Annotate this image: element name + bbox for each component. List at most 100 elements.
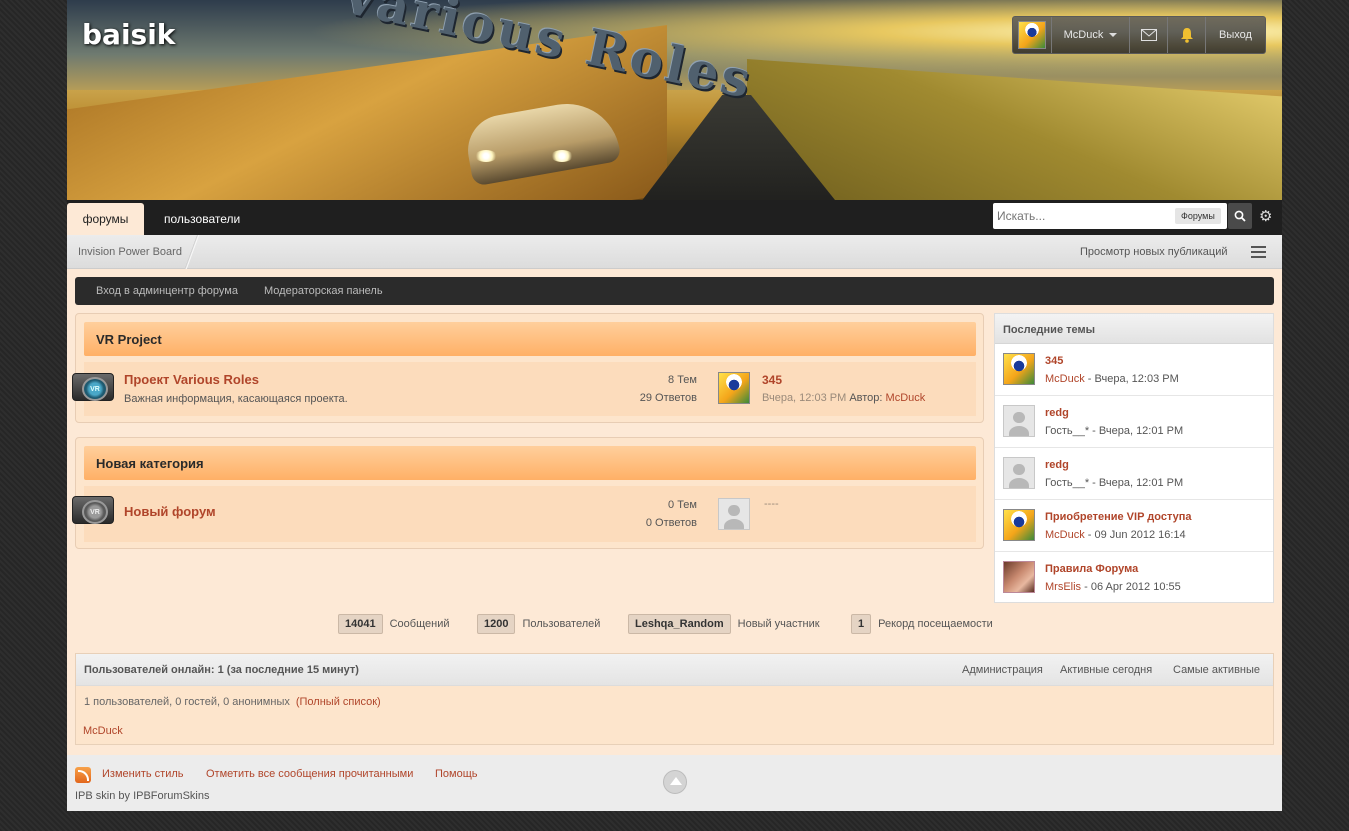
online-users-box: Пользователей онлайн: 1 (за последние 15…: [75, 653, 1274, 745]
search-box: Форумы: [993, 203, 1227, 229]
topic-meta: McDuck - 09 Jun 2012 16:14: [1045, 529, 1186, 541]
page-wrapper: Various Roles baisik McDuck Выход форумы…: [67, 0, 1282, 811]
stat-newest-label: Новый участник: [737, 618, 820, 630]
forum-reply-count: 29 Ответов: [639, 392, 697, 404]
stat-posts-count: 14041: [338, 614, 383, 634]
category-block: Новая категория Новый форум 0 Тем 0 Отве…: [72, 437, 984, 549]
avatar: [1018, 21, 1046, 49]
stat-members-label: Пользователей: [522, 618, 601, 630]
mark-all-read-link[interactable]: Отметить все сообщения прочитанными: [206, 768, 413, 780]
forum-description: Важная информация, касающаяся проекта.: [124, 393, 348, 405]
forum-read-status-icon: [72, 373, 114, 401]
avatar: [718, 498, 750, 530]
avatar[interactable]: [1003, 509, 1035, 541]
envelope-icon: [1140, 29, 1157, 41]
user-menu-button[interactable]: McDuck: [1051, 17, 1129, 53]
topic-link[interactable]: Приобретение VIP доступа: [1045, 511, 1191, 523]
sidebar-title: Последние темы: [995, 314, 1273, 344]
messages-button[interactable]: [1129, 17, 1167, 53]
username-label: McDuck: [1063, 29, 1104, 41]
online-users-title: Пользователей онлайн: 1 (за последние 15…: [84, 664, 359, 676]
breadcrumb-separator: [185, 235, 199, 269]
stat-record-count: 1: [851, 614, 872, 634]
help-link[interactable]: Помощь: [435, 768, 478, 780]
chevron-down-icon: [1109, 33, 1118, 37]
notifications-button[interactable]: [1167, 17, 1205, 53]
category-header: Новая категория: [84, 446, 976, 480]
admin-bar: Вход в админцентр форума Модераторская п…: [75, 277, 1274, 305]
topic-link[interactable]: Правила Форума: [1045, 563, 1138, 575]
header-banner: Various Roles baisik McDuck Выход: [67, 0, 1282, 200]
topic-link[interactable]: redg: [1045, 459, 1069, 471]
skin-credit: IPB skin by IPBForumSkins: [75, 790, 210, 802]
gear-icon[interactable]: ⚙: [1259, 207, 1272, 225]
online-link-active-today[interactable]: Активные сегодня: [1060, 664, 1152, 676]
author-link[interactable]: MrsElis: [1045, 581, 1081, 593]
full-list-link[interactable]: (Полный список): [296, 696, 381, 708]
avatar[interactable]: [718, 372, 750, 404]
online-user-link[interactable]: McDuck: [83, 725, 123, 737]
tab-members[interactable]: пользователи: [164, 203, 240, 235]
admin-cp-link[interactable]: Вход в админцентр форума: [96, 285, 238, 297]
avatar[interactable]: [1003, 561, 1035, 593]
list-item: Приобретение VIP доступа McDuck - 09 Jun…: [995, 500, 1273, 552]
last-post-title[interactable]: 345: [762, 373, 782, 387]
recent-topics-sidebar: Последние темы 345 McDuck - Вчера, 12:03…: [994, 313, 1274, 603]
forum-row: Новый форум 0 Тем 0 Ответов ----: [72, 486, 976, 542]
logout-button[interactable]: Выход: [1205, 17, 1265, 53]
scroll-to-top-button[interactable]: [663, 770, 687, 794]
list-icon[interactable]: [1251, 246, 1266, 258]
view-new-posts-link[interactable]: Просмотр новых публикаций: [1080, 246, 1228, 258]
stat-record-label: Рекорд посещаемости: [878, 618, 993, 630]
topic-link[interactable]: redg: [1045, 407, 1069, 419]
category-block: VR Project Проект Various Roles Важная и…: [72, 313, 984, 423]
stat-newest-member: Leshqa_Random Новый участник: [628, 614, 820, 634]
breadcrumb: Invision Power Board Просмотр новых публ…: [67, 235, 1282, 269]
online-users-header: Пользователей онлайн: 1 (за последние 15…: [76, 654, 1273, 686]
category-title[interactable]: Новая категория: [96, 456, 204, 471]
footer: Изменить стиль Отметить все сообщения пр…: [67, 755, 1282, 811]
topic-meta: MrsElis - 06 Apr 2012 10:55: [1045, 581, 1181, 593]
author-link[interactable]: McDuck: [1045, 529, 1085, 541]
forum-row: Проект Various Roles Важная информация, …: [72, 362, 976, 416]
last-post-empty: ----: [764, 498, 779, 510]
topic-meta: Гость__* - Вчера, 12:01 PM: [1045, 477, 1184, 489]
list-item: Правила Форума MrsElis - 06 Apr 2012 10:…: [995, 552, 1273, 604]
topic-link[interactable]: 345: [1045, 355, 1063, 367]
rss-icon[interactable]: [75, 767, 91, 783]
author-link[interactable]: McDuck: [1045, 373, 1085, 385]
stat-posts-label: Сообщений: [389, 618, 450, 630]
list-item: redg Гость__* - Вчера, 12:01 PM: [995, 396, 1273, 448]
avatar[interactable]: [1003, 353, 1035, 385]
online-link-most-active[interactable]: Самые активные: [1173, 664, 1260, 676]
online-link-staff[interactable]: Администрация: [962, 664, 1043, 676]
stat-members: 1200 Пользователей: [477, 614, 600, 634]
site-name[interactable]: baisik: [82, 18, 175, 51]
newest-member-link[interactable]: Leshqa_Random: [628, 614, 731, 634]
last-post-meta: Вчера, 12:03 PM Автор: McDuck: [762, 392, 926, 404]
tab-forums[interactable]: форумы: [67, 203, 144, 235]
category-title[interactable]: VR Project: [96, 332, 162, 347]
topic-meta: McDuck - Вчера, 12:03 PM: [1045, 373, 1179, 385]
search-button[interactable]: [1228, 203, 1252, 229]
moderator-cp-link[interactable]: Модераторская панель: [264, 285, 383, 297]
last-post-author-link[interactable]: McDuck: [886, 392, 926, 404]
online-summary: 1 пользователей, 0 гостей, 0 анонимных (П…: [84, 696, 381, 708]
topic-meta: Гость__* - Вчера, 12:01 PM: [1045, 425, 1184, 437]
stat-posts: 14041 Сообщений: [338, 614, 449, 634]
forum-topic-count: 0 Тем: [668, 499, 697, 511]
avatar: [1003, 457, 1035, 489]
search-scope-selector[interactable]: Форумы: [1175, 208, 1221, 224]
search-icon: [1234, 210, 1246, 222]
user-bar: McDuck Выход: [1012, 16, 1266, 54]
stat-record: 1 Рекорд посещаемости: [851, 614, 993, 634]
forum-reply-count: 0 Ответов: [645, 517, 697, 529]
forum-title[interactable]: Проект Various Roles: [124, 372, 259, 387]
breadcrumb-home[interactable]: Invision Power Board: [78, 246, 182, 258]
change-style-link[interactable]: Изменить стиль: [102, 768, 184, 780]
user-avatar[interactable]: [1013, 17, 1051, 53]
search-input[interactable]: [997, 205, 1167, 227]
forum-title[interactable]: Новый форум: [124, 504, 216, 519]
forum-read-status-icon: [72, 496, 114, 524]
avatar: [1003, 405, 1035, 437]
